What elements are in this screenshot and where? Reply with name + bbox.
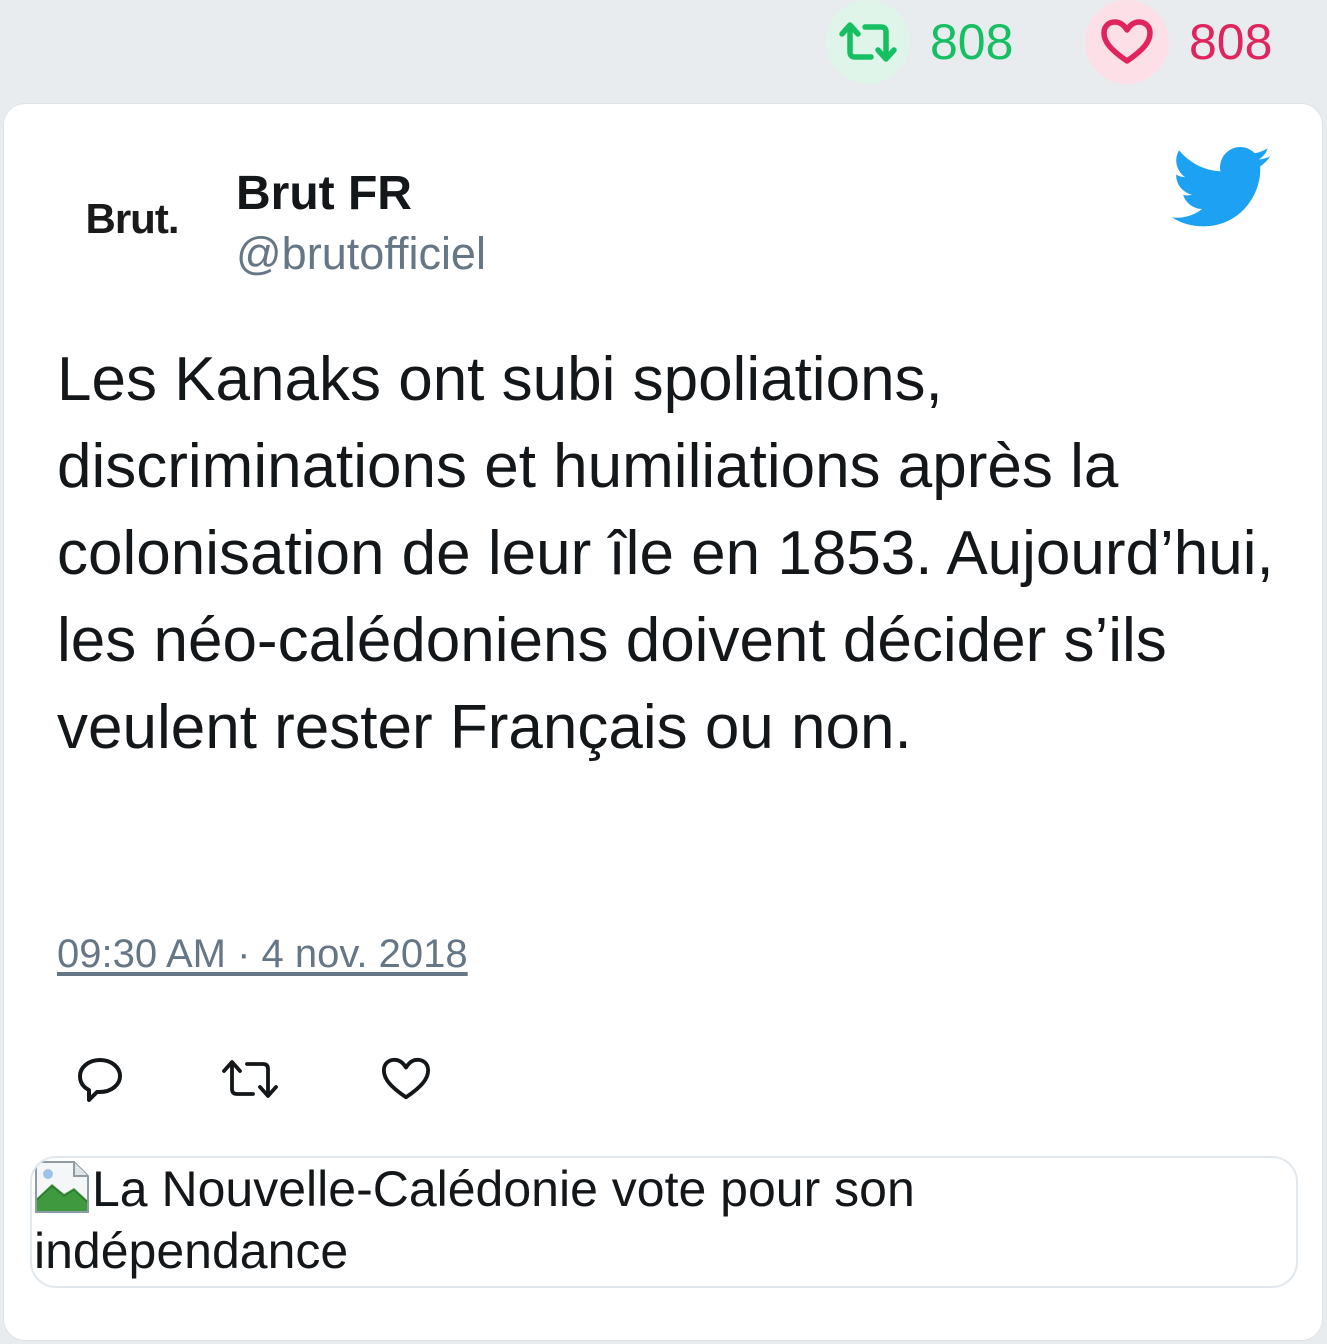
- tweet-timestamp-link[interactable]: 09:30 AM · 4 nov. 2018: [57, 932, 468, 977]
- twitter-bird-icon[interactable]: [1172, 146, 1272, 230]
- tweet-text: Les Kanaks ont subi spoliations, discrim…: [57, 345, 1274, 762]
- author-handle[interactable]: @brutofficiel: [236, 228, 486, 280]
- like-count: 808: [1189, 14, 1273, 70]
- link-preview-content[interactable]: La Nouvelle-Calédonie vote pour son indé…: [34, 1158, 1034, 1282]
- retweet-stat[interactable]: 808: [826, 0, 1013, 84]
- engagement-bar: 808 808: [0, 0, 1327, 100]
- reply-icon: [78, 1058, 122, 1102]
- like-button[interactable]: [376, 1049, 436, 1109]
- author-name[interactable]: Brut FR: [236, 166, 412, 221]
- avatar[interactable]: Brut.: [62, 160, 202, 278]
- retweet-button[interactable]: [220, 1049, 280, 1109]
- broken-image-icon: [34, 1160, 90, 1214]
- like-stat[interactable]: 808: [1085, 0, 1272, 84]
- heart-stat-icon[interactable]: [1085, 0, 1169, 84]
- reply-button[interactable]: [70, 1049, 130, 1109]
- retweet-stat-icon[interactable]: [826, 0, 910, 84]
- retweet-icon: [222, 1060, 278, 1098]
- retweet-count: 808: [930, 14, 1014, 70]
- like-icon: [381, 1057, 431, 1100]
- tweet-card: Brut. Brut FR @brutofficiel Les Kanaks o…: [3, 103, 1323, 1341]
- link-preview-alt-text: La Nouvelle-Calédonie vote pour son indé…: [34, 1161, 915, 1279]
- link-preview-card[interactable]: La Nouvelle-Calédonie vote pour son indé…: [30, 1156, 1298, 1288]
